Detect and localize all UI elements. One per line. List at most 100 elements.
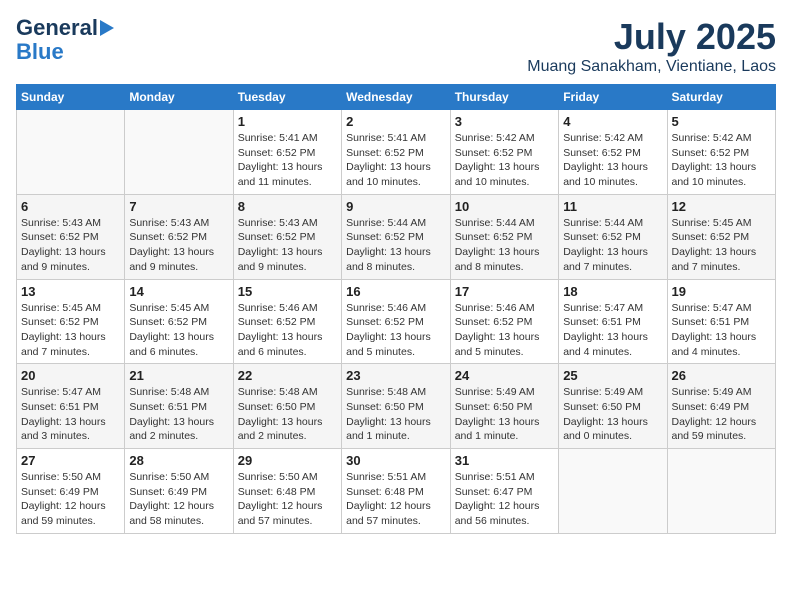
day-number: 10 (455, 199, 554, 214)
day-number: 3 (455, 114, 554, 129)
weekday-header-wednesday: Wednesday (342, 85, 451, 110)
calendar-cell: 12Sunrise: 5:45 AM Sunset: 6:52 PM Dayli… (667, 194, 776, 279)
calendar-cell: 3 Sunrise: 5:42 AM Sunset: 6:52 PM Daylig… (450, 110, 558, 195)
day-number: 26 (672, 368, 772, 383)
calendar-cell: 23 Sunrise: 5:48 AM Sunset: 6:50 PM Dayli… (342, 364, 451, 449)
title-block: July 2025 Muang Sanakham, Vientiane, Lao… (527, 16, 776, 76)
calendar-week-row: 13 Sunrise: 5:45 AM Sunset: 6:52 PM Dayli… (17, 279, 776, 364)
calendar-cell: 26Sunrise: 5:49 AM Sunset: 6:49 PM Dayli… (667, 364, 776, 449)
calendar-cell: 16 Sunrise: 5:46 AM Sunset: 6:52 PM Dayli… (342, 279, 451, 364)
calendar-cell: 10Sunrise: 5:44 AM Sunset: 6:52 PM Dayli… (450, 194, 558, 279)
day-number: 7 (129, 199, 228, 214)
day-info: Sunrise: 5:47 AM Sunset: 6:51 PM Dayligh… (21, 385, 120, 444)
calendar-cell: 6 Sunrise: 5:43 AM Sunset: 6:52 PM Daylig… (17, 194, 125, 279)
day-info: Sunrise: 5:44 AM Sunset: 6:52 PM Dayligh… (563, 216, 662, 275)
day-number: 30 (346, 453, 446, 468)
calendar-cell: 18Sunrise: 5:47 AM Sunset: 6:51 PM Dayli… (559, 279, 667, 364)
day-info: Sunrise: 5:51 AM Sunset: 6:47 PM Dayligh… (455, 470, 554, 529)
day-info: Sunrise: 5:50 AM Sunset: 6:48 PM Dayligh… (238, 470, 337, 529)
calendar-cell: 2 Sunrise: 5:41 AM Sunset: 6:52 PM Daylig… (342, 110, 451, 195)
calendar-cell: 13 Sunrise: 5:45 AM Sunset: 6:52 PM Dayli… (17, 279, 125, 364)
logo-general: General (16, 16, 98, 40)
month-title: July 2025 (527, 16, 776, 58)
weekday-header-friday: Friday (559, 85, 667, 110)
calendar-cell: 11 Sunrise: 5:44 AM Sunset: 6:52 PM Dayli… (559, 194, 667, 279)
weekday-header-tuesday: Tuesday (233, 85, 341, 110)
day-info: Sunrise: 5:48 AM Sunset: 6:51 PM Dayligh… (129, 385, 228, 444)
weekday-header-row: SundayMondayTuesdayWednesdayThursdayFrid… (17, 85, 776, 110)
calendar-cell: 4 Sunrise: 5:42 AM Sunset: 6:52 PM Daylig… (559, 110, 667, 195)
calendar-cell (667, 449, 776, 534)
weekday-header-monday: Monday (125, 85, 233, 110)
calendar-cell: 15Sunrise: 5:46 AM Sunset: 6:52 PM Dayli… (233, 279, 341, 364)
calendar-cell: 1Sunrise: 5:41 AM Sunset: 6:52 PM Daylig… (233, 110, 341, 195)
day-info: Sunrise: 5:47 AM Sunset: 6:51 PM Dayligh… (563, 301, 662, 360)
day-number: 11 (563, 199, 662, 214)
day-info: Sunrise: 5:41 AM Sunset: 6:52 PM Dayligh… (346, 131, 446, 190)
day-info: Sunrise: 5:45 AM Sunset: 6:52 PM Dayligh… (21, 301, 120, 360)
calendar-cell: 31Sunrise: 5:51 AM Sunset: 6:47 PM Dayli… (450, 449, 558, 534)
calendar-body: 1 Sunrise: 5:41 AM Sunset: 6:52 PM Daylig… (17, 110, 776, 534)
calendar-cell: 5 Sunrise: 5:42 AM Sunset: 6:52 PM Daylig… (667, 110, 776, 195)
calendar-cell (17, 110, 125, 195)
calendar-cell: 28Sunrise: 5:50 AM Sunset: 6:49 PM Dayli… (125, 449, 233, 534)
day-info: Sunrise: 5:42 AM Sunset: 6:52 PM Dayligh… (563, 131, 662, 190)
calendar-cell: 17Sunrise: 5:46 AM Sunset: 6:52 PM Dayli… (450, 279, 558, 364)
day-number: 20 (21, 368, 120, 383)
location-title: Muang Sanakham, Vientiane, Laos (527, 58, 776, 76)
day-info: Sunrise: 5:44 AM Sunset: 6:52 PM Dayligh… (346, 216, 446, 275)
day-number: 23 (346, 368, 446, 383)
calendar-cell: 8 Sunrise: 5:43 AM Sunset: 6:52 PM Daylig… (233, 194, 341, 279)
calendar-cell: 20 Sunrise: 5:47 AM Sunset: 6:51 PM Dayli… (17, 364, 125, 449)
day-info: Sunrise: 5:45 AM Sunset: 6:52 PM Dayligh… (129, 301, 228, 360)
day-number: 6 (21, 199, 120, 214)
day-number: 2 (346, 114, 446, 129)
logo-arrow-icon (100, 20, 114, 36)
logo-blue: Blue (16, 40, 64, 64)
weekday-header-saturday: Saturday (667, 85, 776, 110)
calendar-cell: 25 Sunrise: 5:49 AM Sunset: 6:50 PM Dayli… (559, 364, 667, 449)
day-info: Sunrise: 5:42 AM Sunset: 6:52 PM Dayligh… (672, 131, 772, 190)
calendar-cell: 21 Sunrise: 5:48 AM Sunset: 6:51 PM Dayli… (125, 364, 233, 449)
calendar-cell (125, 110, 233, 195)
calendar-cell: 29Sunrise: 5:50 AM Sunset: 6:48 PM Dayli… (233, 449, 341, 534)
weekday-header-thursday: Thursday (450, 85, 558, 110)
day-number: 17 (455, 284, 554, 299)
day-info: Sunrise: 5:48 AM Sunset: 6:50 PM Dayligh… (346, 385, 446, 444)
day-info: Sunrise: 5:42 AM Sunset: 6:52 PM Dayligh… (455, 131, 554, 190)
day-info: Sunrise: 5:46 AM Sunset: 6:52 PM Dayligh… (346, 301, 446, 360)
calendar-week-row: 6 Sunrise: 5:43 AM Sunset: 6:52 PM Daylig… (17, 194, 776, 279)
day-number: 4 (563, 114, 662, 129)
day-number: 19 (672, 284, 772, 299)
day-number: 14 (129, 284, 228, 299)
calendar-cell: 14 Sunrise: 5:45 AM Sunset: 6:52 PM Dayli… (125, 279, 233, 364)
calendar-week-row: 27 Sunrise: 5:50 AM Sunset: 6:49 PM Dayli… (17, 449, 776, 534)
day-number: 27 (21, 453, 120, 468)
day-info: Sunrise: 5:50 AM Sunset: 6:49 PM Dayligh… (129, 470, 228, 529)
calendar-cell (559, 449, 667, 534)
day-number: 22 (238, 368, 337, 383)
day-number: 13 (21, 284, 120, 299)
day-number: 25 (563, 368, 662, 383)
day-info: Sunrise: 5:47 AM Sunset: 6:51 PM Dayligh… (672, 301, 772, 360)
day-info: Sunrise: 5:46 AM Sunset: 6:52 PM Dayligh… (238, 301, 337, 360)
day-number: 16 (346, 284, 446, 299)
day-info: Sunrise: 5:51 AM Sunset: 6:48 PM Dayligh… (346, 470, 446, 529)
day-number: 8 (238, 199, 337, 214)
calendar-header: SundayMondayTuesdayWednesdayThursdayFrid… (17, 85, 776, 110)
calendar-cell: 9Sunrise: 5:44 AM Sunset: 6:52 PM Daylig… (342, 194, 451, 279)
calendar-cell: 19 Sunrise: 5:47 AM Sunset: 6:51 PM Dayli… (667, 279, 776, 364)
day-info: Sunrise: 5:48 AM Sunset: 6:50 PM Dayligh… (238, 385, 337, 444)
page-header: General Blue July 2025 Muang Sanakham, V… (16, 16, 776, 76)
calendar-cell: 30 Sunrise: 5:51 AM Sunset: 6:48 PM Dayli… (342, 449, 451, 534)
weekday-header-sunday: Sunday (17, 85, 125, 110)
day-number: 1 (238, 114, 337, 129)
day-number: 24 (455, 368, 554, 383)
day-info: Sunrise: 5:49 AM Sunset: 6:50 PM Dayligh… (563, 385, 662, 444)
day-info: Sunrise: 5:43 AM Sunset: 6:52 PM Dayligh… (21, 216, 120, 275)
calendar-cell: 24Sunrise: 5:49 AM Sunset: 6:50 PM Dayli… (450, 364, 558, 449)
logo: General Blue (16, 16, 114, 64)
day-number: 5 (672, 114, 772, 129)
day-info: Sunrise: 5:43 AM Sunset: 6:52 PM Dayligh… (238, 216, 337, 275)
day-number: 21 (129, 368, 228, 383)
